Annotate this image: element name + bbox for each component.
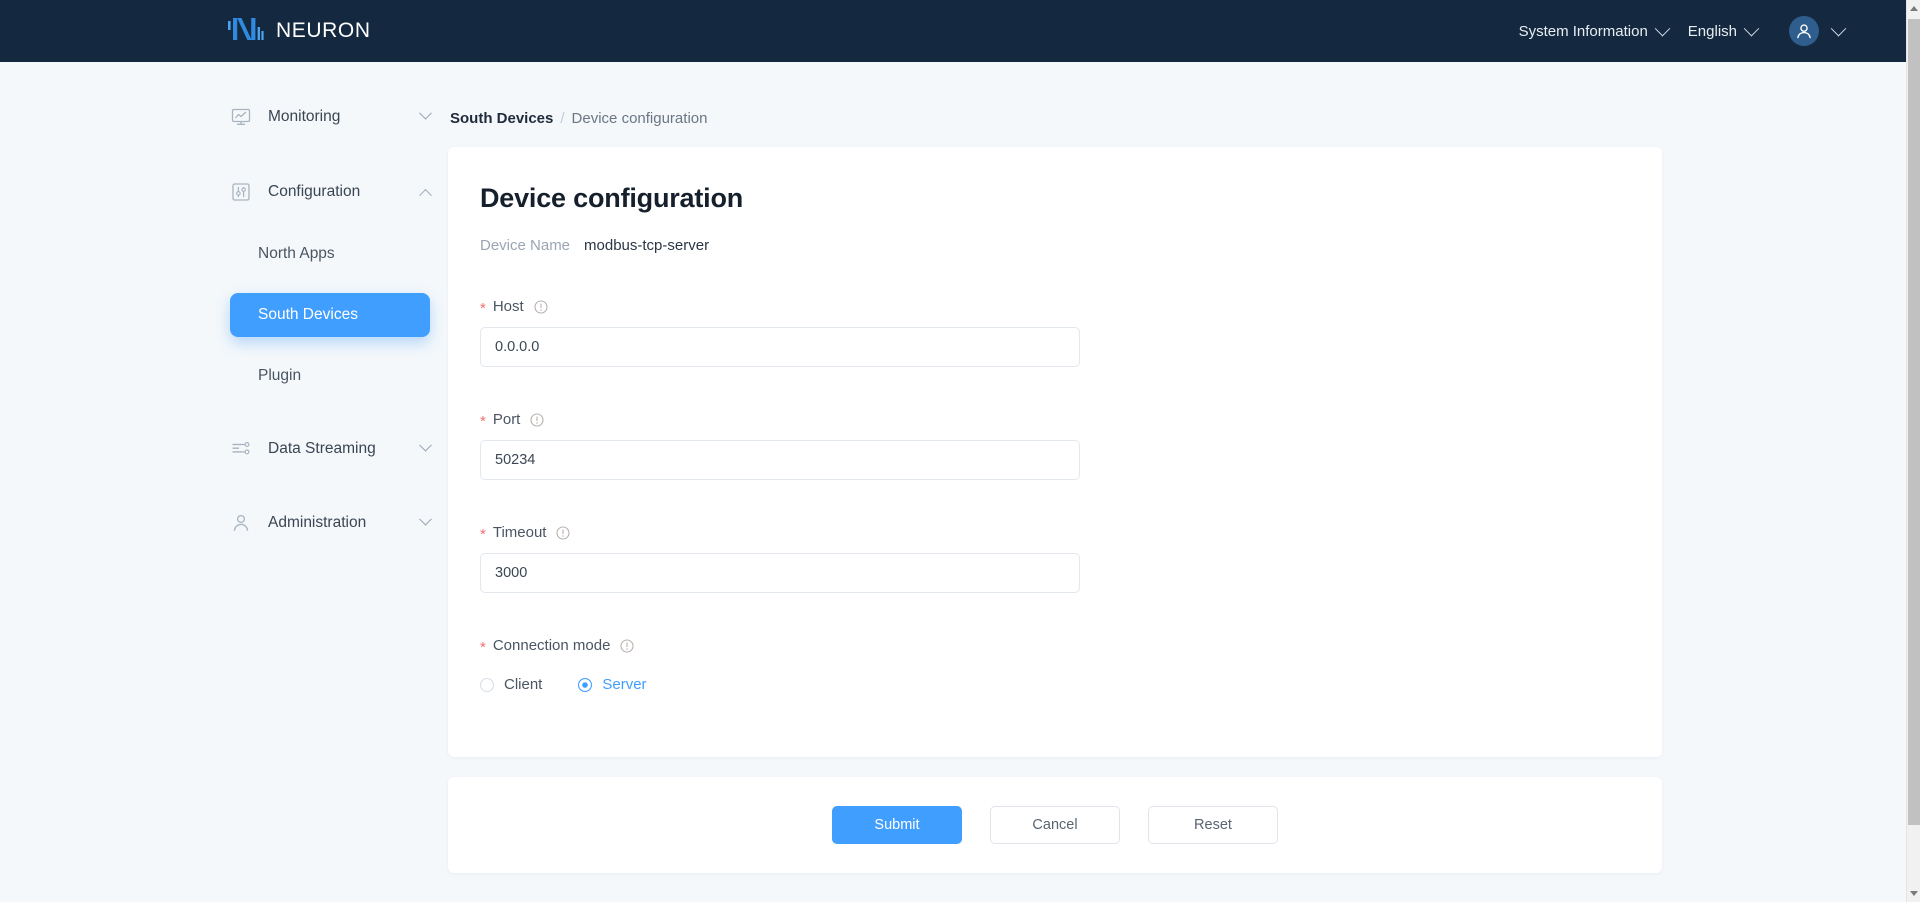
user-avatar-icon <box>1789 16 1819 46</box>
device-name-value: modbus-tcp-server <box>584 237 709 254</box>
field-host: * Host <box>480 298 1630 367</box>
submit-button[interactable]: Submit <box>832 806 962 844</box>
radio-label: Client <box>504 676 542 693</box>
sidebar-item-label: Administration <box>268 514 366 532</box>
sidebar-subitem-label: South Devices <box>258 306 358 324</box>
field-port: * Port <box>480 411 1630 480</box>
top-header: NEURON System Information English <box>0 0 1906 62</box>
brand[interactable]: NEURON <box>228 16 371 47</box>
radio-label: Server <box>602 676 646 693</box>
chevron-down-icon <box>1831 20 1847 36</box>
main-content: South Devices / Device configuration Dev… <box>448 62 1906 902</box>
field-port-label: * Port <box>480 411 1630 428</box>
sidebar-item-north-apps[interactable]: North Apps <box>230 232 430 276</box>
sidebar-group-data-streaming[interactable]: Data Streaming <box>0 426 448 472</box>
form-actions-card: Submit Cancel Reset <box>448 777 1662 873</box>
required-asterisk: * <box>480 640 486 655</box>
breadcrumb: South Devices / Device configuration <box>450 110 1906 127</box>
radio-server[interactable]: Server <box>578 676 646 693</box>
device-name-row: Device Name modbus-tcp-server <box>480 237 1630 254</box>
field-timeout-label: * Timeout <box>480 524 1630 541</box>
info-circle-icon[interactable] <box>530 413 544 427</box>
required-asterisk: * <box>480 301 486 316</box>
page-scrollbar[interactable] <box>1906 0 1920 902</box>
host-input[interactable] <box>480 327 1080 367</box>
device-name-label: Device Name <box>480 237 570 254</box>
cancel-button[interactable]: Cancel <box>990 806 1120 844</box>
scroll-up-button[interactable] <box>1907 0 1920 17</box>
sidebar-item-label: Data Streaming <box>268 440 376 458</box>
neuron-logo-icon <box>228 16 264 47</box>
triangle-up-icon <box>1910 6 1918 11</box>
info-circle-icon[interactable] <box>620 639 634 653</box>
chevron-down-icon <box>419 512 432 525</box>
field-label-text: Host <box>493 298 524 315</box>
breadcrumb-current: Device configuration <box>572 110 708 127</box>
field-connection-mode-label: * Connection mode <box>480 637 1630 654</box>
connection-mode-radio-group: Client Server <box>480 676 1630 693</box>
chevron-up-icon <box>419 188 432 201</box>
chevron-down-icon <box>1744 20 1760 36</box>
timeout-input[interactable] <box>480 553 1080 593</box>
reset-button[interactable]: Reset <box>1148 806 1278 844</box>
monitor-chart-icon <box>230 106 252 128</box>
person-icon <box>230 512 252 534</box>
field-label-text: Connection mode <box>493 637 611 654</box>
sidebar-subitem-label: Plugin <box>258 367 301 385</box>
chevron-down-icon <box>419 106 432 119</box>
page-title: Device configuration <box>480 183 1630 214</box>
sidebar-group-administration[interactable]: Administration <box>0 500 448 546</box>
field-label-text: Timeout <box>493 524 547 541</box>
port-input[interactable] <box>480 440 1080 480</box>
system-information-label: System Information <box>1519 23 1648 40</box>
breadcrumb-separator: / <box>560 110 564 127</box>
triangle-down-icon <box>1910 891 1918 896</box>
device-configuration-card: Device configuration Device Name modbus-… <box>448 147 1662 757</box>
required-asterisk: * <box>480 527 486 542</box>
field-host-label: * Host <box>480 298 1630 315</box>
chevron-down-icon <box>1655 20 1671 36</box>
radio-indicator-icon <box>578 678 592 692</box>
sidebar-item-plugin[interactable]: Plugin <box>230 354 430 398</box>
sliders-icon <box>230 181 252 203</box>
sidebar-item-south-devices[interactable]: South Devices <box>230 293 430 337</box>
info-circle-icon[interactable] <box>534 300 548 314</box>
user-menu[interactable] <box>1789 16 1844 46</box>
radio-client[interactable]: Client <box>480 676 542 693</box>
breadcrumb-root[interactable]: South Devices <box>450 110 553 127</box>
scrollbar-thumb[interactable] <box>1908 19 1920 825</box>
data-flow-icon <box>230 438 252 460</box>
sidebar-subitem-label: North Apps <box>258 245 335 263</box>
field-timeout: * Timeout <box>480 524 1630 593</box>
system-information-menu[interactable]: System Information <box>1509 17 1678 46</box>
field-label-text: Port <box>493 411 521 428</box>
sidebar-item-label: Configuration <box>268 183 360 201</box>
brand-name: NEURON <box>276 19 371 43</box>
sidebar-item-label: Monitoring <box>268 108 340 126</box>
chevron-down-icon <box>419 438 432 451</box>
header-right-menu: System Information English <box>1509 16 1844 46</box>
scroll-down-button[interactable] <box>1907 885 1920 902</box>
radio-indicator-icon <box>480 678 494 692</box>
field-connection-mode: * Connection mode Client Serve <box>480 637 1630 693</box>
sidebar-group-configuration[interactable]: Configuration <box>0 169 448 215</box>
language-label: English <box>1688 23 1737 40</box>
required-asterisk: * <box>480 414 486 429</box>
sidebar-group-monitoring[interactable]: Monitoring <box>0 94 448 140</box>
sidebar: Monitoring Configuration North Apps Sout… <box>0 62 448 902</box>
info-circle-icon[interactable] <box>556 526 570 540</box>
language-menu[interactable]: English <box>1678 17 1767 46</box>
